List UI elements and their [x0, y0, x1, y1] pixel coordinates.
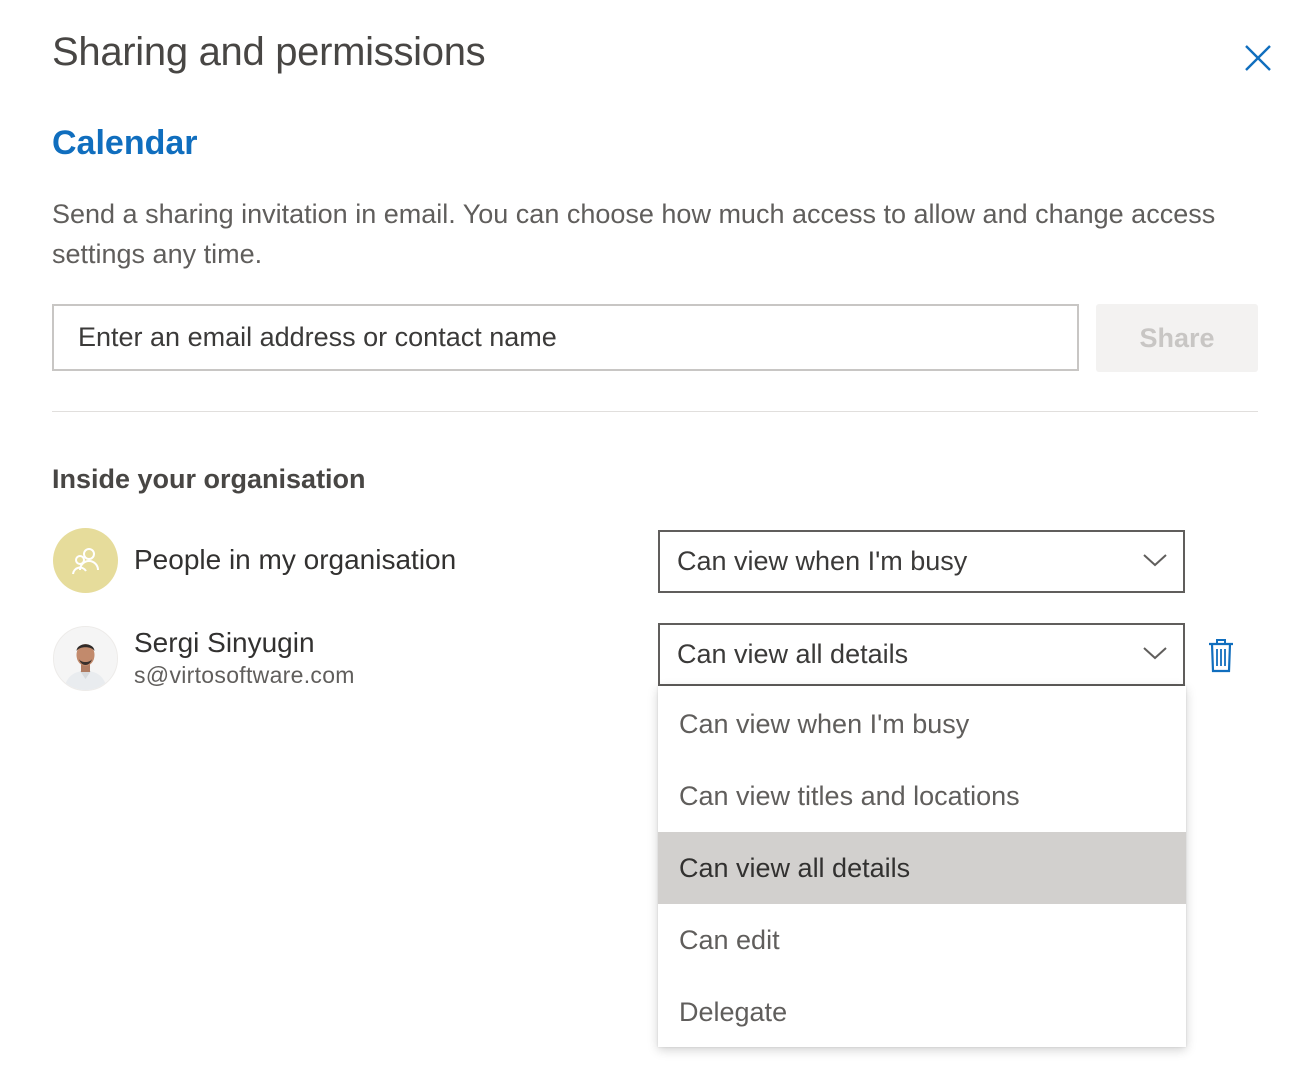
- menu-item-titles-locations[interactable]: Can view titles and locations: [658, 760, 1186, 832]
- share-button[interactable]: Share: [1096, 304, 1258, 372]
- organisation-label: People in my organisation: [134, 544, 457, 575]
- person-name: Sergi Sinyugin: [134, 627, 315, 658]
- menu-item-edit[interactable]: Can edit: [658, 904, 1186, 976]
- permission-dropdown-menu: Can view when I'm busy Can view titles a…: [658, 686, 1186, 1047]
- delete-button[interactable]: [1206, 638, 1236, 674]
- trash-icon[interactable]: [1206, 638, 1236, 674]
- chevron-down-icon: [1143, 554, 1167, 567]
- person-permission-value: Can view all details: [677, 639, 909, 669]
- people-icon: [71, 547, 99, 574]
- divider: [52, 411, 1258, 412]
- person-permission-select[interactable]: Can view all details: [658, 623, 1185, 686]
- organisation-permission-select[interactable]: Can view when I'm busy: [658, 530, 1185, 593]
- menu-item-delegate[interactable]: Delegate: [658, 976, 1186, 1048]
- user-photo: [54, 627, 117, 690]
- avatar: [53, 626, 118, 691]
- organisation-avatar: [53, 528, 118, 593]
- calendar-heading: Calendar: [52, 124, 198, 162]
- chevron-down-icon: [1143, 647, 1167, 660]
- organisation-permission-value: Can view when I'm busy: [677, 546, 968, 576]
- menu-item-all-details[interactable]: Can view all details: [658, 832, 1186, 904]
- close-icon[interactable]: [1240, 40, 1276, 76]
- email-input[interactable]: [52, 304, 1079, 371]
- sharing-description: Send a sharing invitation in email. You …: [52, 199, 1216, 269]
- section-heading: Inside your organisation: [52, 464, 366, 494]
- dialog-title: Sharing and permissions: [52, 30, 486, 74]
- person-email: s@virtosoftware.com: [134, 662, 355, 688]
- close-button[interactable]: [1240, 40, 1276, 76]
- menu-item-busy[interactable]: Can view when I'm busy: [658, 688, 1186, 760]
